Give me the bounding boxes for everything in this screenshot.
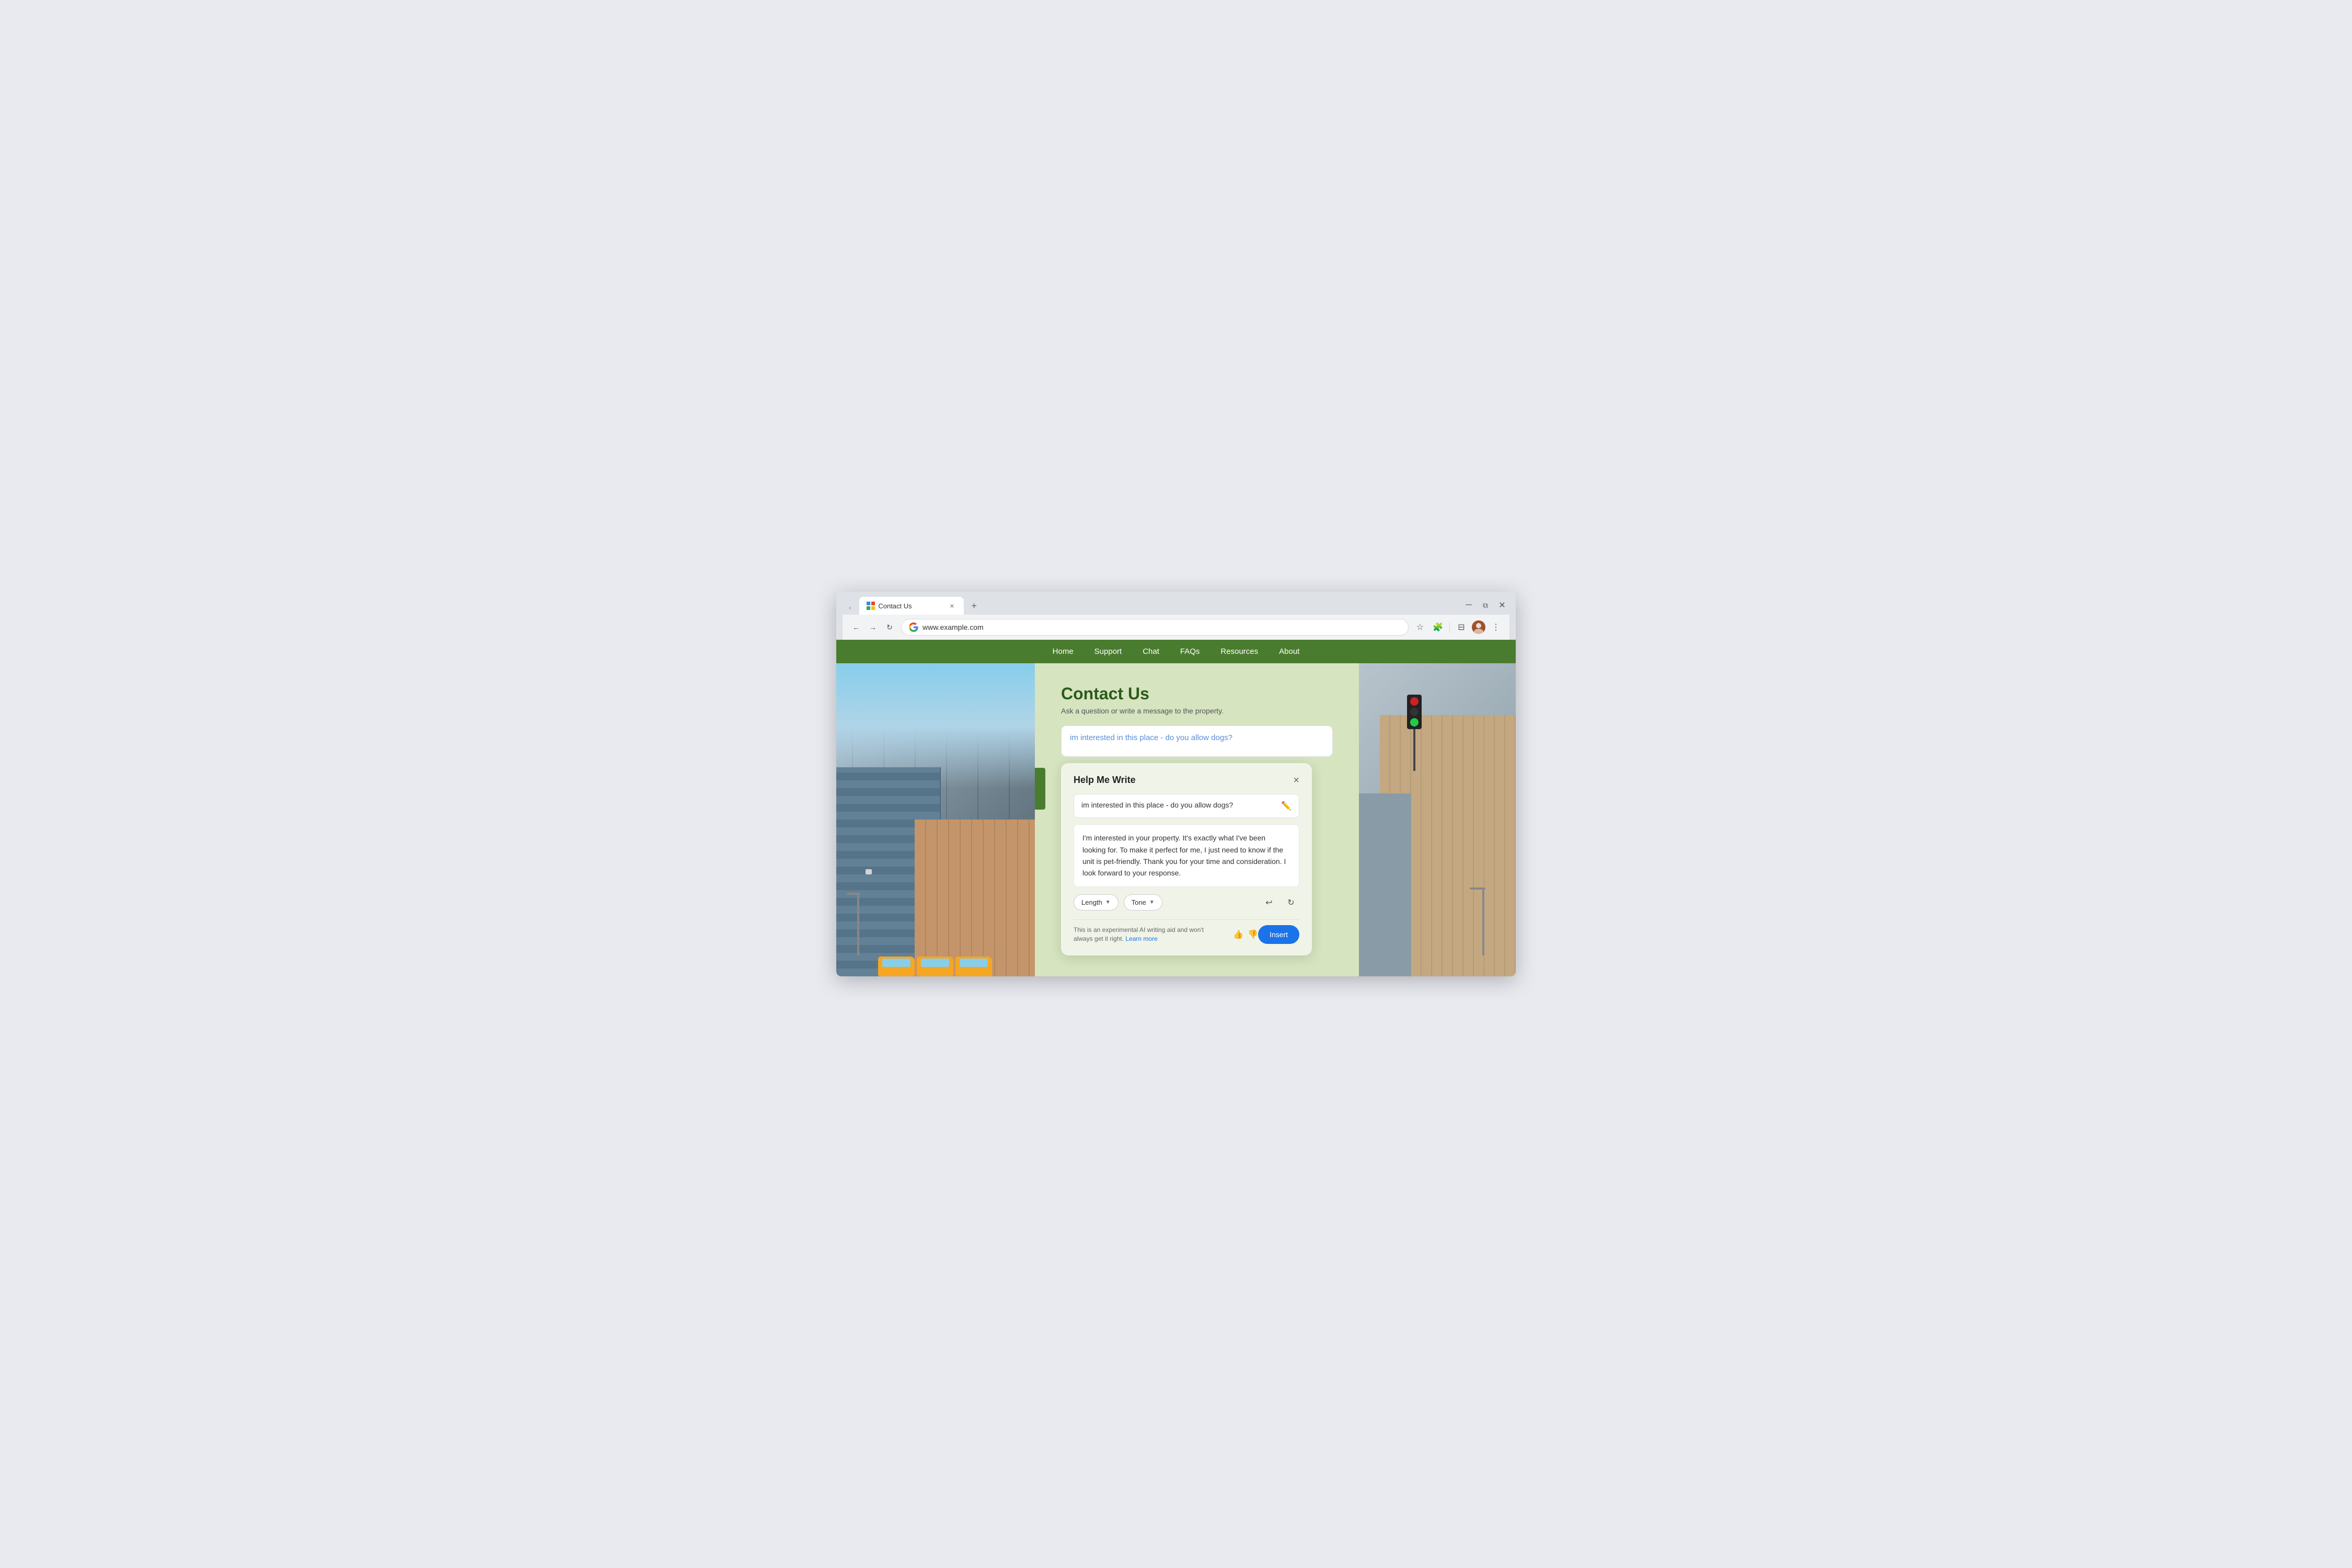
tab-back-nav[interactable]: ‹ xyxy=(843,601,857,615)
length-label: Length xyxy=(1081,898,1102,906)
popup-input-display: im interested in this place - do you all… xyxy=(1074,794,1299,818)
redo-button[interactable]: ↻ xyxy=(1283,894,1299,911)
length-dropdown[interactable]: Length ▼ xyxy=(1074,894,1119,910)
minimize-button[interactable]: ─ xyxy=(1461,598,1476,613)
street-lamp-right xyxy=(1482,887,1484,955)
length-chevron-icon: ▼ xyxy=(1105,900,1111,905)
traffic-light-green xyxy=(1410,718,1419,727)
learn-more-link[interactable]: Learn more xyxy=(1125,935,1157,942)
tabs-row: ‹ Contact Us × + ─ ⧉ xyxy=(843,597,1509,615)
tab-chevron-left-icon: ‹ xyxy=(849,604,851,612)
main-content-area: Contact Us Ask a question or write a mes… xyxy=(1035,663,1359,976)
toolbar-divider xyxy=(1449,622,1450,632)
taxi-3 xyxy=(955,956,992,976)
tab-close-button[interactable]: × xyxy=(947,601,956,610)
help-me-write-popup: Help Me Write × im interested in this pl… xyxy=(1061,763,1312,955)
feedback-icons: 👍 👎 xyxy=(1233,929,1258,940)
page-subtitle: Ask a question or write a message to the… xyxy=(1061,707,1338,715)
browser-toolbar: ← → ↻ www.example.com ☆ 🧩 ⊟ xyxy=(843,615,1509,640)
page-title: Contact Us xyxy=(1061,684,1338,704)
popup-original-input: im interested in this place - do you all… xyxy=(1081,801,1277,809)
taxi-2 xyxy=(917,956,953,976)
thumbs-up-button[interactable]: 👍 xyxy=(1233,929,1243,940)
thumbs-down-button[interactable]: 👎 xyxy=(1248,929,1258,940)
green-accent-bar xyxy=(1035,768,1045,810)
site-navigation: Home Support Chat FAQs Resources About xyxy=(836,640,1516,663)
controls-row: Length ▼ Tone ▼ ↩ ↻ xyxy=(1074,894,1299,911)
nav-buttons: ← → ↻ xyxy=(849,620,897,635)
browser-window: ‹ Contact Us × + ─ ⧉ xyxy=(836,592,1516,976)
taxi-row xyxy=(878,956,992,976)
city-background-left xyxy=(836,663,1035,976)
address-bar[interactable]: www.example.com xyxy=(901,619,1409,636)
traffic-light xyxy=(1407,695,1422,729)
tone-label: Tone xyxy=(1132,898,1146,906)
traffic-light-red xyxy=(1410,697,1419,706)
building-left-brick xyxy=(915,820,1035,976)
popup-header: Help Me Write × xyxy=(1074,775,1299,786)
site-body: Contact Us Ask a question or write a mes… xyxy=(836,663,1516,976)
popup-title: Help Me Write xyxy=(1074,775,1136,786)
nav-faqs[interactable]: FAQs xyxy=(1180,647,1200,656)
nav-home[interactable]: Home xyxy=(1053,647,1074,656)
website-content: Home Support Chat FAQs Resources About xyxy=(836,640,1516,976)
close-button[interactable]: ✕ xyxy=(1495,598,1509,613)
toolbar-icons: ☆ 🧩 ⊟ ⋮ xyxy=(1413,620,1503,635)
message-input[interactable]: im interested in this place - do you all… xyxy=(1061,725,1333,757)
street-lamp-left xyxy=(857,893,859,955)
taxi-1 xyxy=(878,956,915,976)
generated-text-box: I'm interested in your property. It's ex… xyxy=(1074,824,1299,887)
nav-resources[interactable]: Resources xyxy=(1220,647,1258,656)
lamp-head-left xyxy=(866,869,872,874)
footer-disclaimer-row: This is an experimental AI writing aid a… xyxy=(1074,926,1258,943)
forward-button[interactable]: → xyxy=(866,620,880,635)
nav-chat[interactable]: Chat xyxy=(1143,647,1159,656)
user-avatar[interactable] xyxy=(1472,620,1485,634)
url-text: www.example.com xyxy=(923,623,984,631)
undo-button[interactable]: ↩ xyxy=(1261,894,1277,911)
edit-pencil-icon[interactable]: ✏️ xyxy=(1281,801,1292,811)
tab-favicon-icon xyxy=(867,602,875,610)
back-button[interactable]: ← xyxy=(849,620,863,635)
reload-button[interactable]: ↻ xyxy=(882,620,897,635)
popup-close-button[interactable]: × xyxy=(1293,775,1299,786)
disclaimer-text: This is an experimental AI writing aid a… xyxy=(1074,926,1223,943)
new-tab-button[interactable]: + xyxy=(966,597,982,615)
restore-button[interactable]: ⧉ xyxy=(1478,598,1493,613)
insert-button[interactable]: Insert xyxy=(1258,925,1299,944)
nav-about[interactable]: About xyxy=(1279,647,1299,656)
tone-chevron-icon: ▼ xyxy=(1149,900,1155,905)
extensions-button[interactable]: 🧩 xyxy=(1431,620,1445,635)
more-options-button[interactable]: ⋮ xyxy=(1489,620,1503,635)
active-tab[interactable]: Contact Us × xyxy=(859,597,964,615)
google-logo-icon xyxy=(909,622,918,632)
nav-support[interactable]: Support xyxy=(1094,647,1122,656)
building-right-secondary xyxy=(1359,793,1411,976)
browser-titlebar: ‹ Contact Us × + ─ ⧉ xyxy=(836,592,1516,640)
sidebar-button[interactable]: ⊟ xyxy=(1454,620,1469,635)
tab-title: Contact Us xyxy=(878,602,944,610)
popup-footer: This is an experimental AI writing aid a… xyxy=(1074,919,1299,944)
traffic-light-yellow xyxy=(1410,708,1419,716)
tone-dropdown[interactable]: Tone ▼ xyxy=(1124,894,1162,910)
bookmark-star-button[interactable]: ☆ xyxy=(1413,620,1427,635)
generated-text: I'm interested in your property. It's ex… xyxy=(1082,832,1290,879)
city-background-right xyxy=(1359,663,1516,976)
